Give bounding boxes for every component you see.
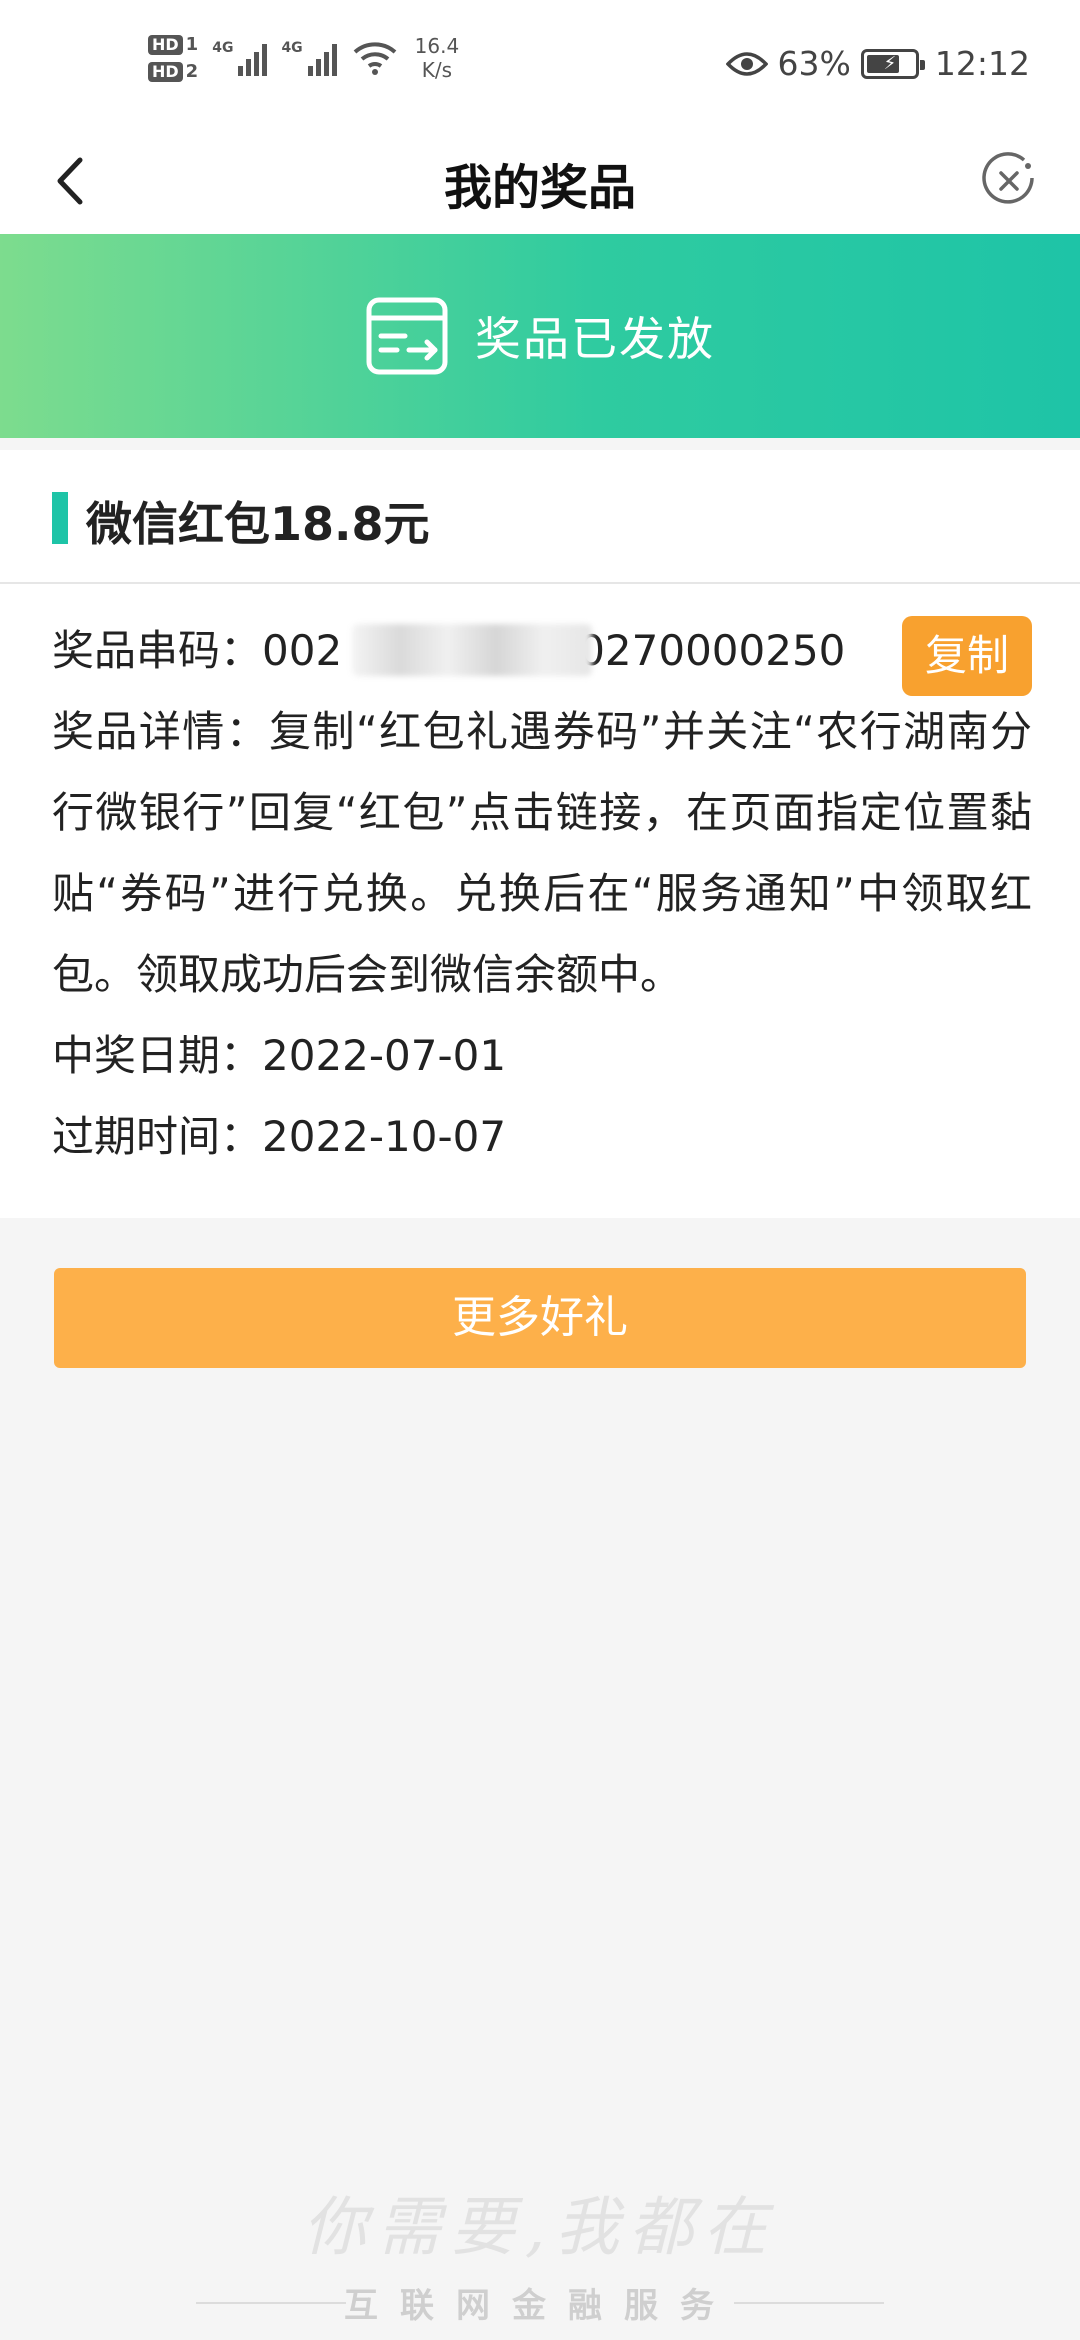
status-bar-left: HD 1 HD 2 4G 4G 16.4 K/s <box>148 34 459 82</box>
footer-slogan: 你需要,我都在 <box>302 2191 778 2265</box>
accent-bar <box>52 492 68 544</box>
status-banner: 奖品已发放 <box>0 234 1080 438</box>
prize-code-label: 奖品串码： <box>52 626 263 675</box>
status-bar: HD 1 HD 2 4G 4G 16.4 K/s 63% ⚡ 12:12 <box>0 0 1080 130</box>
wallet-transfer-icon <box>366 297 448 375</box>
sim-indicators: HD 1 HD 2 <box>148 34 198 82</box>
prize-title: 微信红包18.8元 <box>86 497 430 551</box>
redacted-blur <box>352 624 593 676</box>
wifi-icon <box>353 42 397 75</box>
prize-details-label: 奖品详情： <box>52 707 270 756</box>
hd2-number: 2 <box>185 61 199 82</box>
speed-unit: K/s <box>421 58 453 82</box>
prize-code-prefix: 002 <box>262 626 343 675</box>
footer-service-text: 互联网金融服务 <box>344 2286 736 2326</box>
hd1-badge: HD <box>148 34 183 55</box>
prize-code-value: 002 0270000250 <box>262 610 845 691</box>
expire-date-label: 过期时间： <box>52 1112 263 1161</box>
signal-1-icon: 4G <box>212 40 268 76</box>
prize-details-row: 奖品详情：复制“红包礼遇券码”并关注“农行湖南分行微银行”回复“红包”点击链接，… <box>52 691 1032 1015</box>
signal-1-label: 4G <box>212 40 234 56</box>
nav-bar: 我的奖品 <box>0 130 1080 234</box>
expire-date-row: 过期时间： 2022-10-07 <box>52 1096 1032 1177</box>
hd1-number: 1 <box>185 34 199 55</box>
battery-icon: ⚡ <box>860 48 925 79</box>
sim1-indicator: HD 1 <box>148 34 198 55</box>
speed-value: 16.4 <box>414 34 460 58</box>
signal-2-label: 4G <box>281 40 303 56</box>
network-speed: 16.4 K/s <box>415 34 460 82</box>
eye-icon <box>725 51 768 76</box>
status-bar-right: 63% ⚡ 12:12 <box>725 44 1030 83</box>
close-circle-icon <box>982 152 1034 204</box>
prize-code-suffix: 0270000250 <box>578 626 846 675</box>
copy-button[interactable]: 复制 <box>902 616 1032 696</box>
close-button[interactable] <box>974 146 1044 216</box>
page-title: 我的奖品 <box>443 160 636 216</box>
battery-percent: 63% <box>777 44 851 83</box>
clock: 12:12 <box>934 44 1030 83</box>
more-gifts-button[interactable]: 更多好礼 <box>54 1268 1026 1368</box>
expire-date-value: 2022-10-07 <box>262 1112 507 1161</box>
prize-code-row: 奖品串码： 002 0270000250 复制 <box>52 610 1032 696</box>
prize-card-header: 微信红包18.8元 <box>0 450 1080 584</box>
prize-details-body: 奖品串码： 002 0270000250 复制 奖品详情：复制“红包礼遇券码”并关… <box>52 610 1032 1177</box>
win-date-value: 2022-07-01 <box>262 1031 507 1080</box>
win-date-row: 中奖日期： 2022-07-01 <box>52 1015 1032 1096</box>
prize-card: 微信红包18.8元 奖品串码： 002 0270000250 复制 奖品详情：复制… <box>0 450 1080 1218</box>
win-date-label: 中奖日期： <box>52 1031 263 1080</box>
banner-status-text: 奖品已发放 <box>475 312 715 366</box>
signal-2-icon: 4G <box>281 40 337 76</box>
sim2-indicator: HD 2 <box>148 61 198 82</box>
hd2-badge: HD <box>148 61 183 82</box>
